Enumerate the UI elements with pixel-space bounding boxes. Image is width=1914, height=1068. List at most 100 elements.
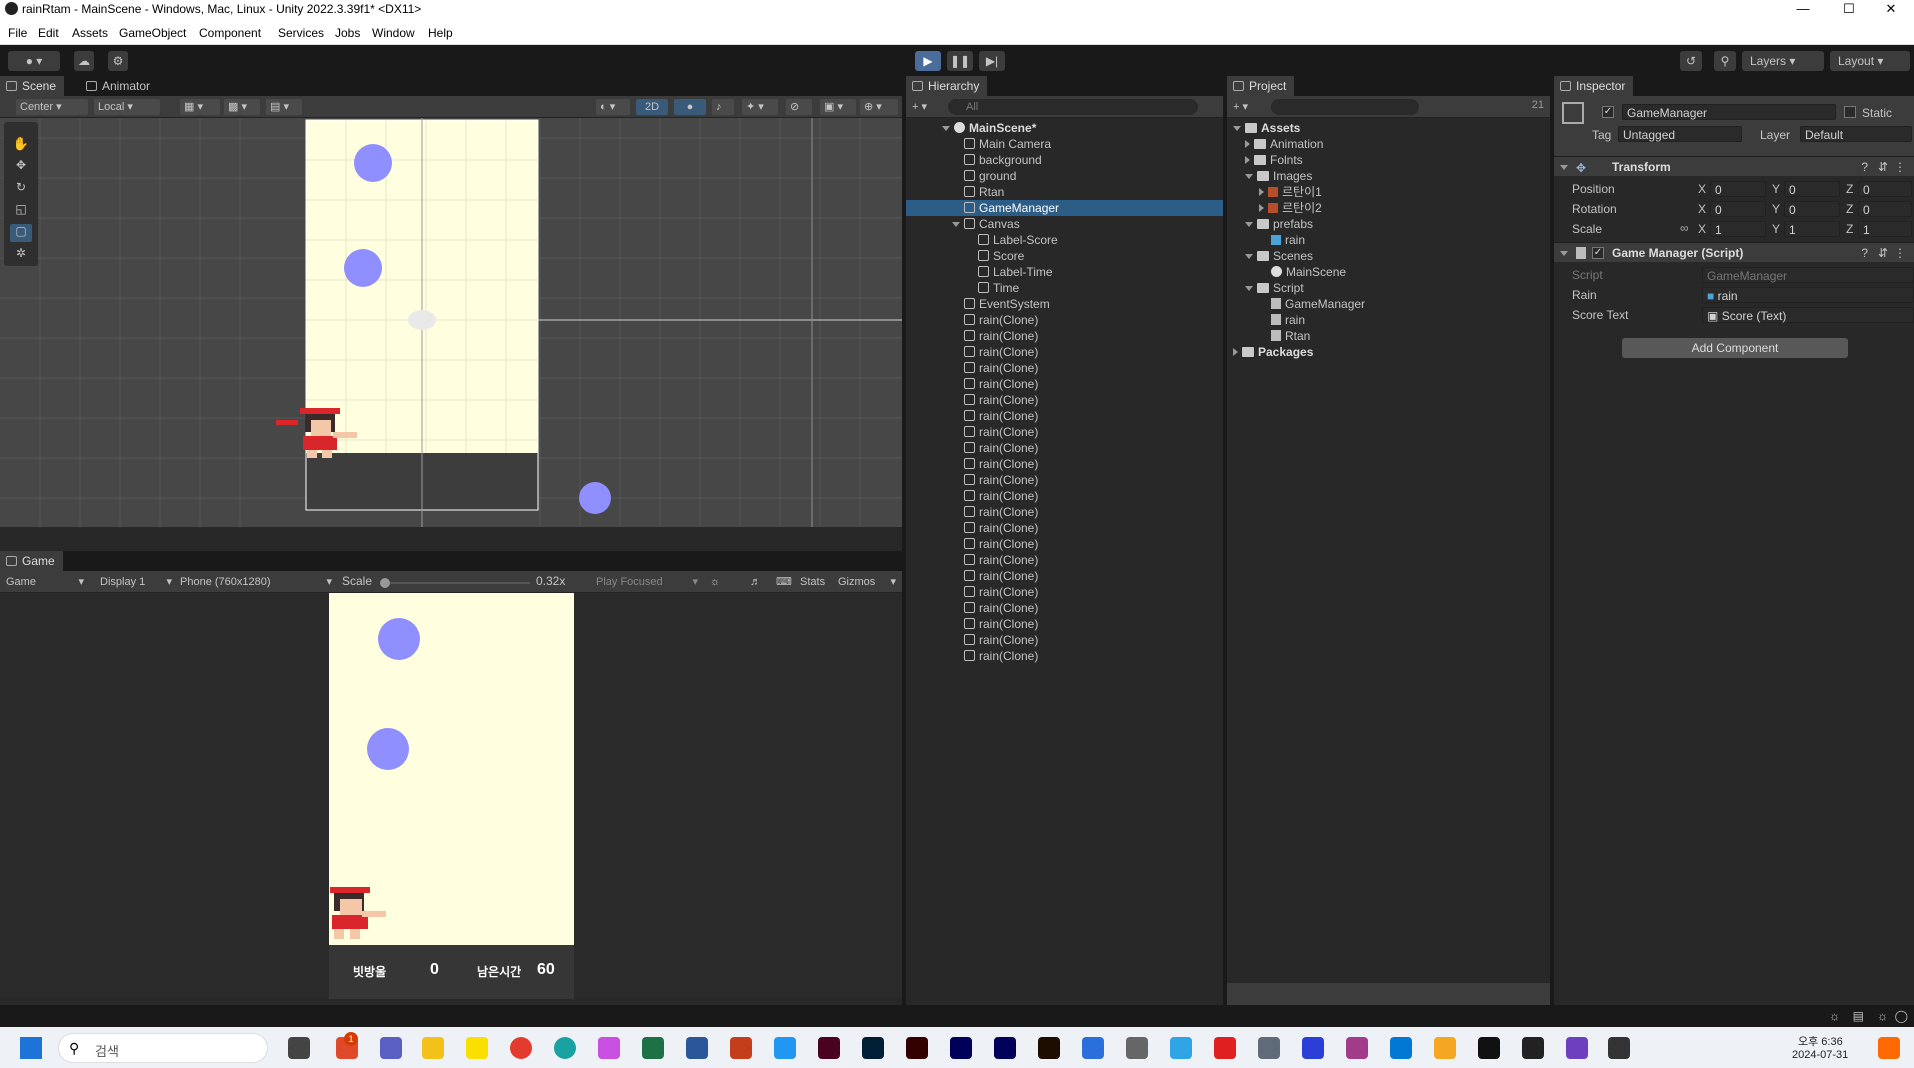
scale-y-field[interactable]: 1	[1784, 221, 1840, 237]
menu-services[interactable]: Services	[278, 26, 324, 40]
rect-tool-icon[interactable]: ▢	[10, 224, 32, 242]
position-y-field[interactable]: 0	[1784, 181, 1840, 197]
hierarchy-item[interactable]: Time	[978, 280, 1019, 296]
rotation-y-field[interactable]: 0	[1784, 201, 1840, 217]
transform-header[interactable]: ✥ Transform ? ⇵ ⋮	[1554, 156, 1914, 176]
transform-tool-icon[interactable]: ✲	[10, 246, 32, 264]
vscode-icon[interactable]	[1390, 1037, 1412, 1059]
scale-tool-icon[interactable]: ◱	[10, 202, 32, 220]
project-folder[interactable]: Scenes	[1245, 248, 1313, 264]
layers-dropdown[interactable]: Layers ▾	[1742, 51, 1824, 71]
teams-icon[interactable]	[380, 1037, 402, 1059]
after-effects-icon[interactable]	[994, 1037, 1016, 1059]
clock-app-icon[interactable]	[1126, 1037, 1148, 1059]
menu-help[interactable]: Help	[428, 26, 453, 40]
link-icon[interactable]: ∞	[1680, 221, 1689, 235]
unity-hub-icon[interactable]	[1522, 1037, 1544, 1059]
assets-folder[interactable]: Assets	[1233, 120, 1300, 136]
hierarchy-item[interactable]: background	[964, 152, 1042, 168]
hierarchy-item[interactable]: rain(Clone)	[964, 424, 1038, 440]
rotate-tool-icon[interactable]: ↻	[10, 180, 32, 198]
file-explorer-icon[interactable]	[422, 1037, 444, 1059]
project-asset[interactable]: Rtan	[1271, 328, 1310, 344]
hierarchy-item[interactable]: Main Camera	[964, 136, 1051, 152]
menu-jobs[interactable]: Jobs	[335, 26, 360, 40]
pycharm-icon[interactable]	[1478, 1037, 1500, 1059]
menu-file[interactable]: File	[8, 26, 27, 40]
scale-x-field[interactable]: 1	[1710, 221, 1766, 237]
photos-icon[interactable]	[598, 1037, 620, 1059]
gizmos-button[interactable]: ⊕ ▾	[860, 99, 898, 115]
scale-z-field[interactable]: 1	[1858, 221, 1912, 237]
project-asset[interactable]: rain	[1271, 232, 1305, 248]
pivot-dropdown[interactable]: Center ▾	[16, 99, 88, 115]
stats-button[interactable]: Stats	[796, 574, 832, 590]
network-app-icon[interactable]	[1170, 1037, 1192, 1059]
store-icon[interactable]	[774, 1037, 796, 1059]
acrobat-icon[interactable]	[1214, 1037, 1236, 1059]
cache-icon[interactable]: ▤	[1853, 1009, 1864, 1023]
pause-button[interactable]: ❚❚	[947, 51, 973, 71]
menu-gameobject[interactable]: GameObject	[119, 26, 186, 40]
grid-snap-button[interactable]: ▦ ▾	[180, 99, 220, 115]
photoshop-icon[interactable]	[862, 1037, 884, 1059]
help-icon[interactable]: ?	[1861, 246, 1868, 260]
ruler-button[interactable]: ▤ ▾	[266, 99, 302, 115]
project-folder[interactable]: Folnts	[1245, 152, 1303, 168]
position-x-field[interactable]: 0	[1710, 181, 1766, 197]
tab-hierarchy[interactable]: Hierarchy	[906, 76, 988, 96]
create-button[interactable]: + ▾	[908, 99, 936, 115]
hierarchy-item[interactable]: Rtan	[964, 184, 1004, 200]
hierarchy-item[interactable]: rain(Clone)	[964, 616, 1038, 632]
hierarchy-item[interactable]: rain(Clone)	[964, 328, 1038, 344]
audio-mute-icon[interactable]: ♬	[746, 574, 766, 590]
menu-assets[interactable]: Assets	[72, 26, 108, 40]
hierarchy-item[interactable]: rain(Clone)	[964, 472, 1038, 488]
space-dropdown[interactable]: Local ▾	[94, 99, 160, 115]
indesign-icon[interactable]	[818, 1037, 840, 1059]
menu-edit[interactable]: Edit	[38, 26, 59, 40]
history-icon[interactable]: ↺	[1680, 51, 1702, 71]
rotation-x-field[interactable]: 0	[1710, 201, 1766, 217]
hierarchy-item[interactable]: rain(Clone)	[964, 488, 1038, 504]
draw-mode-button[interactable]: ◐ ▾	[596, 99, 630, 115]
premiere-icon[interactable]	[950, 1037, 972, 1059]
excel-icon[interactable]	[642, 1037, 664, 1059]
hierarchy-item[interactable]: rain(Clone)	[964, 568, 1038, 584]
project-asset[interactable]: rain	[1271, 312, 1305, 328]
app-s-icon[interactable]	[1302, 1037, 1324, 1059]
tab-inspector[interactable]: Inspector	[1554, 76, 1634, 96]
word-icon[interactable]	[686, 1037, 708, 1059]
script-component-header[interactable]: ✓ Game Manager (Script) ? ⇵ ⋮	[1554, 242, 1914, 262]
kakaotalk-icon[interactable]	[466, 1037, 488, 1059]
hierarchy-item[interactable]: rain(Clone)	[964, 392, 1038, 408]
position-z-field[interactable]: 0	[1858, 181, 1912, 197]
layout-dropdown[interactable]: Layout ▾	[1830, 51, 1910, 71]
cloud-icon[interactable]: ☁	[74, 51, 94, 71]
play-mode-select[interactable]: Play Focused ▾	[592, 574, 700, 590]
tab-animator[interactable]: Animator	[80, 76, 158, 96]
hierarchy-item[interactable]: rain(Clone)	[964, 312, 1038, 328]
hierarchy-item[interactable]: rain(Clone)	[964, 584, 1038, 600]
help-icon[interactable]: ?	[1861, 160, 1868, 174]
hierarchy-item[interactable]: rain(Clone)	[964, 440, 1038, 456]
chrome-icon[interactable]	[510, 1037, 532, 1059]
scale-slider-handle[interactable]	[380, 578, 390, 588]
layer-dropdown[interactable]: Default	[1800, 126, 1912, 142]
unity-editor-icon[interactable]	[1608, 1037, 1630, 1059]
hierarchy-item[interactable]: rain(Clone)	[964, 520, 1038, 536]
minimize-button[interactable]: —	[1780, 0, 1826, 18]
project-folder[interactable]: Animation	[1245, 136, 1323, 152]
windows-start-icon[interactable]	[20, 1037, 42, 1059]
search-icon[interactable]: ⚲	[1714, 51, 1736, 71]
hand-tool-icon[interactable]: ✋	[10, 136, 32, 154]
hierarchy-item[interactable]: rain(Clone)	[964, 536, 1038, 552]
hierarchy-search-input[interactable]: All	[948, 99, 1198, 115]
collab-icon[interactable]: ⚙	[108, 51, 128, 71]
object-name-field[interactable]: GameManager	[1622, 104, 1836, 120]
game-view[interactable]: 빗방울 0 남은시간 60	[0, 593, 902, 999]
bridge-icon[interactable]	[1038, 1037, 1060, 1059]
tab-project[interactable]: Project	[1227, 76, 1295, 96]
component-enabled-checkbox[interactable]: ✓	[1592, 247, 1604, 259]
project-asset[interactable]: 르탄이1	[1259, 184, 1322, 200]
